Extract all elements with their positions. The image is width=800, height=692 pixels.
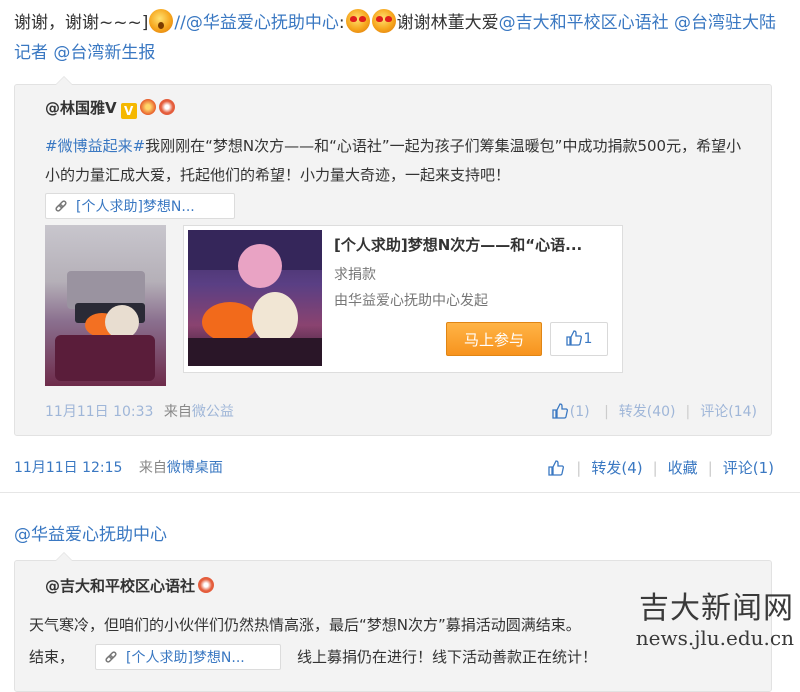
- link-chip-2[interactable]: [个人求助]梦想N...: [95, 644, 281, 670]
- watermark-title: 吉大新闻网: [639, 591, 794, 626]
- verified-badge-icon: V: [120, 103, 137, 119]
- post-text-part1: 谢谢，谢谢~~~]: [14, 13, 149, 33]
- card-like-count: 1: [583, 331, 593, 347]
- vip-badge-icon: [139, 99, 156, 115]
- quoted-author-link[interactable]: @林国雅V: [45, 99, 117, 117]
- text-colon: :: [338, 13, 345, 33]
- quoted-meta: 11月11日 10:33 来自微公益: [45, 401, 234, 421]
- quoted-weibo: @林国雅V V #微博益起来#我刚刚在“梦想N次方——和“心语社”一起为孩子们筹集…: [14, 76, 772, 436]
- quote-arrow: [55, 76, 73, 85]
- post-text: 谢谢，谢谢~~~] //@华益爱心抚助中心: 谢谢林董大爱@吉大和平校区心语社 @台…: [14, 8, 784, 68]
- post-actions: | 转发(4) | 收藏 | 评论(1): [548, 457, 774, 478]
- quoted-like-count: (1): [569, 404, 590, 420]
- like-button[interactable]: [548, 460, 565, 476]
- link-chip[interactable]: [个人求助]梦想N...: [45, 193, 235, 219]
- post-text-part3: 谢谢林董大爱: [396, 13, 499, 33]
- donation-card-title[interactable]: [个人求助]梦想N次方——和“心语...: [334, 234, 614, 255]
- post-meta: 11月11日 12:15 来自微博桌面: [14, 457, 223, 477]
- surprised-emoji-icon: [149, 9, 174, 33]
- source-link[interactable]: 微公益: [192, 404, 234, 420]
- heart-eyes-emoji-icon: [371, 9, 396, 33]
- link-chip-label: [个人求助]梦想N...: [76, 199, 195, 215]
- site-watermark: 吉大新闻网 news.jlu.edu.cn: [635, 591, 794, 651]
- quoted-timestamp[interactable]: 11月11日 10:33: [45, 404, 153, 420]
- quoted-forward-link[interactable]: 转发(40): [619, 404, 676, 420]
- heart-eyes-emoji-icon: [345, 9, 370, 33]
- quoted-like-button[interactable]: (1): [552, 403, 594, 420]
- donation-card-initiator: 由华益爱心抚助中心发起: [334, 293, 488, 309]
- quoted-body: 我刚刚在“梦想N次方——和“心语社”一起为孩子们筹集温暖包”中成功捐款500元，…: [45, 137, 742, 184]
- source-prefix: 来自: [163, 404, 192, 420]
- join-now-button[interactable]: 马上参与: [446, 322, 542, 356]
- thumbs-up-icon: [552, 403, 568, 419]
- comment-link[interactable]: 评论(1): [723, 459, 774, 477]
- quoted2-author-line: @吉大和平校区心语社: [45, 575, 215, 596]
- quoted2-line1-tail: 。: [565, 616, 581, 634]
- attached-photo[interactable]: [45, 225, 166, 386]
- donation-card[interactable]: [个人求助]梦想N次方——和“心语... 求捐款 由华益爱心抚助中心发起 马上参…: [183, 225, 623, 373]
- mention-taiwan-news-link[interactable]: @台湾新生报: [53, 43, 155, 63]
- quoted2-author-link[interactable]: @吉大和平校区心语社: [45, 577, 195, 595]
- quoted-text: #微博益起来#我刚刚在“梦想N次方——和“心语社”一起为孩子们筹集温暖包”中成功…: [45, 132, 745, 190]
- charity-badge-icon: [158, 99, 175, 115]
- post-source-prefix: 来自: [138, 460, 167, 476]
- quoted-author-line: @林国雅V V: [45, 97, 175, 119]
- text-separator: //: [174, 13, 186, 33]
- thumbs-up-icon: [565, 330, 582, 346]
- mention-huayi-link[interactable]: @华益爱心抚助中心: [186, 13, 339, 33]
- quoted-actions: (1) | 转发(40) | 评论(14): [552, 401, 757, 421]
- hashtag-link[interactable]: #微博益起来#: [45, 137, 145, 155]
- post2-author-link[interactable]: @华益爱心抚助中心: [14, 520, 167, 545]
- quoted2-line1-text: 天气寒冷，但咱们的小伙伴们仍然热情高涨，最后“梦想N次方”募捐活动圆满结束: [29, 616, 566, 634]
- donation-card-image: [188, 230, 322, 366]
- link-icon: [55, 200, 67, 212]
- donation-card-type: 求捐款: [334, 267, 376, 283]
- mention-jida-link[interactable]: @吉大和平校区心语社: [499, 13, 669, 33]
- quoted2-line2-end: 线上募捐仍在进行！线下活动善款正在统计！: [297, 648, 598, 666]
- quoted-comment-link[interactable]: 评论(14): [700, 404, 757, 420]
- post-timestamp[interactable]: 11月11日 12:15: [14, 460, 122, 476]
- favorite-link[interactable]: 收藏: [668, 459, 698, 477]
- quote-arrow: [55, 552, 73, 561]
- watermark-url: news.jlu.edu.cn: [635, 626, 794, 650]
- card-like-button[interactable]: 1: [550, 322, 608, 356]
- link-icon: [105, 651, 117, 663]
- feed-divider: [0, 492, 800, 493]
- quoted2-line2-start: 结束，: [29, 648, 75, 666]
- link-chip-2-label: [个人求助]梦想N...: [126, 650, 245, 666]
- forward-link[interactable]: 转发(4): [591, 459, 642, 477]
- charity-badge-icon: [198, 577, 215, 593]
- post-source-link[interactable]: 微博桌面: [167, 460, 223, 476]
